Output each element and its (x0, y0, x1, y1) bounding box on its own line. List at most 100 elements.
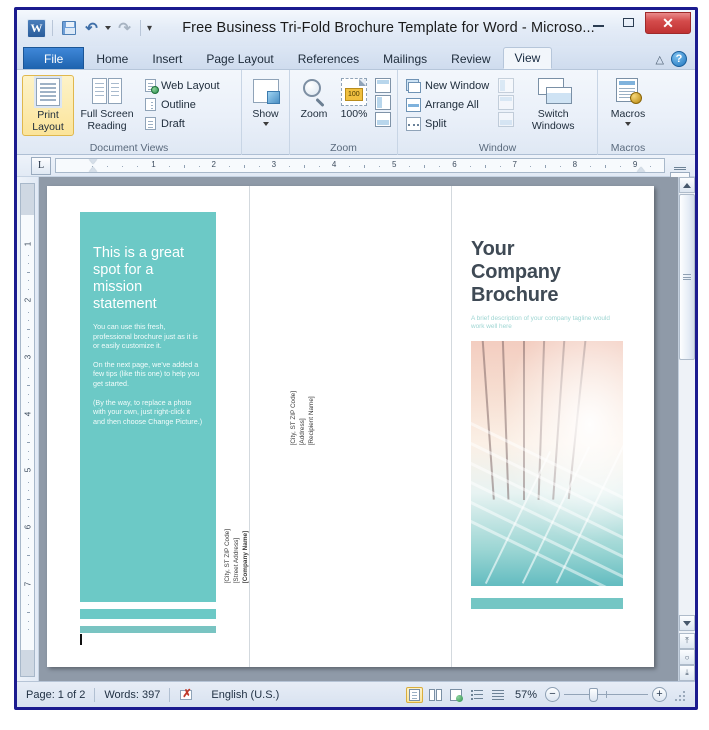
maximize-icon (622, 17, 634, 27)
tab-references[interactable]: References (286, 47, 371, 69)
print-layout-icon (33, 78, 63, 108)
ruler-quarter-dot (650, 166, 652, 167)
print-layout-button[interactable]: Print Layout (22, 75, 74, 136)
document-canvas[interactable]: This is a great spot for a mission state… (39, 177, 678, 683)
ruler-quarter-dot (620, 166, 622, 167)
macros-icon (613, 77, 643, 107)
save-button[interactable] (59, 19, 78, 38)
page-width-icon[interactable] (375, 112, 391, 127)
tab-page-layout[interactable]: Page Layout (194, 47, 285, 69)
left-indent-marker[interactable] (89, 167, 98, 172)
new-window-icon (406, 78, 421, 93)
recipient-line: [City, ST ZIP Code] (290, 391, 297, 446)
show-button[interactable]: Show (247, 75, 284, 128)
tab-insert[interactable]: Insert (140, 47, 194, 69)
web-layout-icon (143, 78, 159, 94)
word-app-icon[interactable]: W (27, 18, 46, 38)
previous-page-button[interactable]: ⤒ (679, 633, 695, 649)
ruler-half-tick (424, 165, 426, 168)
ruler-half-tick (604, 165, 606, 168)
zoom-level[interactable]: 57% (511, 689, 541, 701)
button-label-line1: Full Screen (80, 108, 134, 120)
minimize-button[interactable] (583, 12, 613, 32)
close-button[interactable]: ✕ (645, 12, 691, 34)
page-indicator[interactable]: Page: 1 of 2 (17, 686, 94, 704)
ruler-quarter-dot (28, 254, 29, 256)
full-screen-reading-view-icon (428, 688, 442, 701)
vertical-scrollbar[interactable]: ⤒ ○ ⤓ (678, 177, 695, 683)
zoom-slider[interactable] (564, 687, 648, 702)
two-pages-icon[interactable] (375, 95, 391, 110)
brochure-left-panel[interactable]: This is a great spot for a mission state… (80, 212, 216, 602)
undo-dropdown-caret-icon[interactable] (105, 26, 111, 30)
web-layout-button[interactable]: Web Layout (140, 76, 223, 95)
one-hundred-percent-icon: 100 (339, 77, 369, 107)
text-cursor (80, 634, 82, 645)
web-layout-view-icon (450, 688, 464, 702)
word-count[interactable]: Words: 397 (95, 686, 169, 704)
tab-file[interactable]: File (23, 47, 85, 69)
help-icon[interactable]: ? (671, 51, 687, 67)
ruler-tick-label: 1 (23, 241, 32, 246)
right-indent-marker[interactable] (637, 167, 646, 172)
brochure-right-panel[interactable]: Your Company Brochure A brief descriptio… (471, 212, 623, 609)
tab-mailings[interactable]: Mailings (371, 47, 439, 69)
tab-home[interactable]: Home (84, 47, 140, 69)
chevron-down-icon[interactable] (262, 121, 269, 126)
arrange-all-button[interactable]: Arrange All (403, 95, 492, 114)
button-label: Web Layout (161, 79, 220, 92)
ruler-lines-icon (674, 167, 686, 171)
horizontal-ruler[interactable]: 1 2 3 4 5 6 7 8 9 (55, 158, 665, 173)
outline-view-button[interactable] (469, 687, 486, 703)
button-label: Split (425, 117, 447, 130)
outline-button[interactable]: Outline (140, 95, 223, 114)
tab-review[interactable]: Review (439, 47, 502, 69)
scroll-down-button[interactable] (679, 615, 695, 631)
return-address-block[interactable]: [Company Name] [Street Address] [City, S… (224, 529, 250, 583)
group-label: Window (478, 142, 517, 154)
tab-view[interactable]: View (502, 47, 553, 69)
chevron-down-icon[interactable] (625, 121, 631, 126)
first-line-indent-marker[interactable] (89, 159, 98, 164)
ruler-tick-label: 4 (23, 411, 32, 416)
undo-button[interactable]: ↶ (82, 19, 101, 38)
draft-button[interactable]: Draft (140, 114, 223, 133)
document-page[interactable]: This is a great spot for a mission state… (47, 186, 654, 667)
ruler-quarter-dot (28, 629, 29, 631)
tab-stop-selector[interactable]: L (31, 156, 51, 175)
zoom-button[interactable]: Zoom (295, 75, 333, 123)
web-layout-view-button[interactable] (448, 687, 465, 703)
redo-button[interactable]: ↷ (115, 19, 134, 38)
vertical-ruler[interactable]: 1 2 3 4 5 6 7 (17, 177, 39, 683)
print-layout-view-button[interactable] (405, 686, 423, 703)
new-window-button[interactable]: New Window (403, 76, 492, 95)
arrange-all-icon (406, 97, 421, 112)
glass-building-photo[interactable] (471, 340, 623, 586)
zoom-in-button[interactable]: + (652, 687, 667, 702)
recipient-address-block[interactable]: [Recipient Name] [Address] [City, ST ZIP… (290, 391, 316, 445)
body-paragraph: (By the way, to replace a photo with you… (93, 397, 203, 426)
scrollbar-thumb[interactable] (679, 194, 695, 360)
full-screen-reading-button[interactable]: Full Screen Reading (76, 75, 138, 134)
split-button[interactable]: Split (403, 114, 492, 133)
scroll-up-button[interactable] (679, 177, 695, 193)
ruler-quarter-dot (288, 166, 290, 167)
maximize-button[interactable] (613, 12, 643, 32)
zoom-slider-thumb[interactable] (589, 687, 599, 702)
zoom-out-button[interactable]: − (545, 687, 560, 702)
next-page-button[interactable]: ⤓ (679, 665, 695, 681)
macros-button[interactable]: Macros (603, 75, 653, 128)
chevron-down-icon (683, 620, 691, 626)
minimize-ribbon-icon[interactable]: △ (656, 53, 664, 66)
zoom-100-button[interactable]: 100 100% (335, 75, 373, 123)
select-browse-object-button[interactable]: ○ (679, 649, 695, 665)
teal-accent-bar-right (471, 597, 623, 609)
minimize-icon (592, 24, 604, 27)
resize-grip-icon[interactable] (673, 689, 685, 701)
language-indicator[interactable]: English (U.S.) (202, 686, 288, 704)
switch-windows-button[interactable]: Switch Windows (522, 75, 584, 134)
draft-view-button[interactable] (490, 687, 507, 703)
full-screen-reading-view-button[interactable] (427, 687, 444, 703)
proofing-status[interactable] (170, 686, 202, 704)
one-page-icon[interactable] (375, 78, 391, 93)
